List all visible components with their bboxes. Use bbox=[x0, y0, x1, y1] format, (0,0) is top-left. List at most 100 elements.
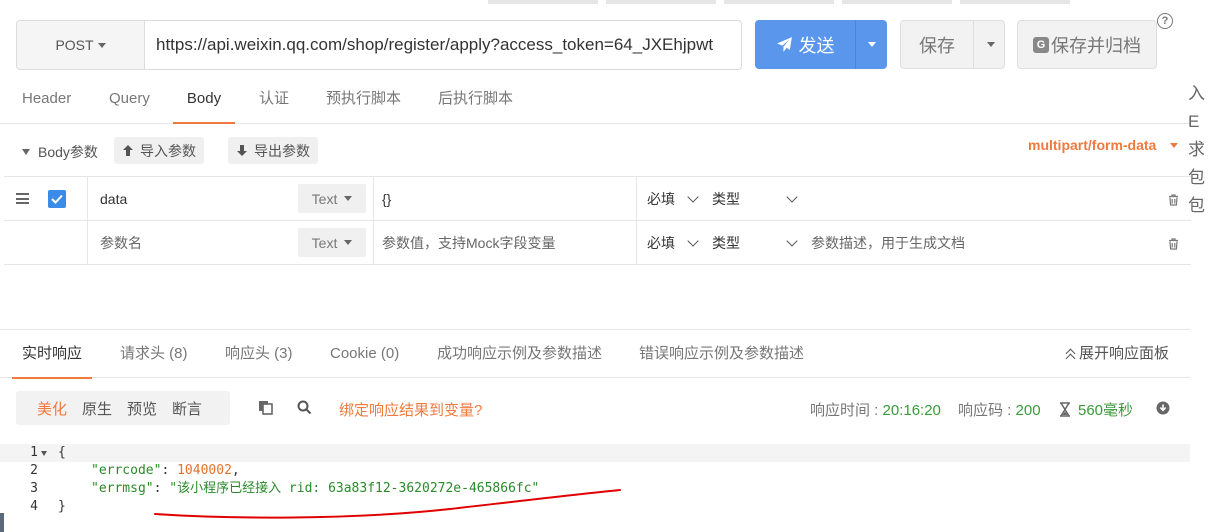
send-main[interactable]: 发送 bbox=[755, 20, 855, 69]
response-time-label: 响应时间 : bbox=[810, 402, 883, 419]
tab-header[interactable]: Header bbox=[22, 78, 71, 124]
format-assert[interactable]: 断言 bbox=[172, 398, 202, 419]
param-type-select[interactable]: Text bbox=[298, 184, 366, 213]
chevron-down-icon bbox=[97, 42, 106, 48]
right-edge-panel: 入 E 求 包 包 bbox=[1188, 80, 1205, 220]
send-button[interactable]: 发送 bbox=[755, 20, 887, 69]
param-type-select[interactable]: Text bbox=[298, 228, 366, 257]
save-label[interactable]: 保存 bbox=[901, 21, 973, 68]
chevron-down-icon bbox=[786, 190, 798, 203]
tab-live-response[interactable]: 实时响应 bbox=[12, 330, 92, 379]
menu-icon bbox=[16, 193, 29, 204]
response-time-value: 20:16:20 bbox=[882, 402, 941, 419]
divider bbox=[87, 221, 88, 264]
export-params-button[interactable]: 导出参数 bbox=[228, 137, 318, 164]
kind-select[interactable]: 类型 bbox=[712, 177, 798, 220]
tab-query[interactable]: Query bbox=[109, 78, 150, 124]
hourglass-icon bbox=[1060, 402, 1070, 417]
body-toolbar: Body参数 导入参数 导出参数 multipart/form-data bbox=[0, 124, 1190, 176]
tab-auth[interactable]: 认证 bbox=[259, 78, 289, 124]
line-number: 4 bbox=[30, 499, 38, 514]
table-row: 参数名 Text 参数值，支持Mock字段变量 必填 类型 参数描述，用于生成文… bbox=[4, 221, 1191, 265]
divider bbox=[636, 177, 637, 220]
save-button[interactable]: 保存 bbox=[900, 20, 1005, 69]
fold-arrow-icon[interactable] bbox=[41, 451, 47, 456]
export-params-label: 导出参数 bbox=[254, 142, 310, 159]
json-close-brace: } bbox=[58, 499, 66, 514]
body-params-label: Body参数 bbox=[38, 144, 98, 160]
code-line: 2 "errcode": 1040002, bbox=[0, 462, 1190, 480]
divider bbox=[373, 177, 374, 220]
chevron-down-icon bbox=[344, 196, 353, 201]
tab-response-headers[interactable]: 响应头 (3) bbox=[225, 330, 293, 379]
tab-post-script[interactable]: 后执行脚本 bbox=[438, 78, 513, 124]
json-number: 1040002 bbox=[177, 463, 232, 478]
code-line: 1 { bbox=[0, 444, 1190, 462]
tab-cookie[interactable]: Cookie (0) bbox=[330, 330, 399, 379]
arrow-down-icon bbox=[237, 145, 247, 156]
json-key: "errcode" bbox=[91, 463, 162, 478]
request-bar: POST https://api.weixin.qq.com/shop/regi… bbox=[16, 20, 742, 70]
content-type-select[interactable]: multipart/form-data bbox=[1028, 137, 1179, 153]
edge-glyph: 包 bbox=[1188, 168, 1205, 187]
param-desc-input[interactable]: 参数描述，用于生成文档 bbox=[811, 221, 965, 264]
save-archive-button[interactable]: G 保存并归档 bbox=[1017, 20, 1157, 69]
toolbar-strip bbox=[606, 0, 716, 4]
copy-icon[interactable] bbox=[258, 400, 273, 415]
divider bbox=[87, 177, 88, 220]
edge-glyph: 包 bbox=[1188, 196, 1205, 215]
drag-handle[interactable] bbox=[16, 177, 29, 220]
chevron-down-icon bbox=[786, 234, 798, 247]
tab-success-example[interactable]: 成功响应示例及参数描述 bbox=[437, 330, 602, 379]
required-select[interactable]: 必填 bbox=[647, 177, 699, 220]
request-tabs: Header Query Body 认证 预执行脚本 后执行脚本 bbox=[0, 78, 1190, 124]
method-select[interactable]: POST bbox=[17, 21, 145, 69]
format-pretty[interactable]: 美化 bbox=[37, 398, 67, 419]
trash-icon[interactable] bbox=[1168, 194, 1179, 206]
save-archive-label: 保存并归档 bbox=[1051, 35, 1141, 56]
tab-body[interactable]: Body bbox=[173, 78, 235, 124]
line-number: 3 bbox=[30, 481, 38, 496]
edge-glyph: 入 bbox=[1188, 84, 1205, 103]
tab-request-headers[interactable]: 请求头 (8) bbox=[120, 330, 188, 379]
double-chevron-up-icon bbox=[1066, 348, 1075, 360]
response-duration-value: 560毫秒 bbox=[1078, 402, 1134, 419]
toolbar-strip bbox=[724, 0, 834, 4]
kind-select[interactable]: 类型 bbox=[712, 221, 798, 264]
required-label: 必填 bbox=[647, 234, 675, 251]
send-dropdown-button[interactable] bbox=[855, 20, 887, 69]
response-code-label: 响应码 : bbox=[958, 402, 1016, 419]
kind-label: 类型 bbox=[712, 190, 740, 207]
paper-plane-icon bbox=[776, 37, 792, 52]
chevron-down-icon bbox=[344, 240, 353, 245]
url-input[interactable]: https://api.weixin.qq.com/shop/register/… bbox=[145, 21, 741, 69]
help-icon[interactable]: ? bbox=[1157, 13, 1173, 29]
trash-icon[interactable] bbox=[1168, 238, 1179, 250]
import-params-label: 导入参数 bbox=[140, 142, 196, 159]
param-name-input[interactable]: 参数名 bbox=[100, 221, 142, 264]
bind-variable-link[interactable]: 绑定响应结果到变量? bbox=[339, 399, 482, 420]
params-table: data Text {} 必填 类型 参数名 Text 参数值，支持Mock字段… bbox=[4, 176, 1191, 265]
required-select[interactable]: 必填 bbox=[647, 221, 699, 264]
caret-down-icon bbox=[22, 149, 30, 155]
body-params-toggle[interactable]: Body参数 bbox=[22, 142, 98, 162]
param-name-input[interactable]: data bbox=[100, 177, 127, 220]
format-preview[interactable]: 预览 bbox=[127, 398, 157, 419]
chevron-down-icon bbox=[867, 42, 876, 47]
tab-error-example[interactable]: 错误响应示例及参数描述 bbox=[639, 330, 804, 379]
download-icon[interactable] bbox=[1156, 401, 1170, 415]
search-icon[interactable] bbox=[297, 400, 312, 415]
row-checkbox[interactable] bbox=[48, 177, 66, 220]
param-value-input[interactable]: {} bbox=[382, 177, 391, 220]
param-value-input[interactable]: 参数值，支持Mock字段变量 bbox=[382, 221, 555, 264]
save-dropdown-button[interactable] bbox=[973, 21, 1004, 68]
param-type-label: Text bbox=[311, 234, 338, 251]
response-code: 响应码 : 200 bbox=[958, 399, 1041, 420]
import-params-button[interactable]: 导入参数 bbox=[114, 137, 204, 164]
line-number: 2 bbox=[30, 463, 38, 478]
toolbar-strip bbox=[842, 0, 952, 4]
tab-pre-script[interactable]: 预执行脚本 bbox=[326, 78, 401, 124]
expand-panel-button[interactable]: 展开响应面板 bbox=[1066, 330, 1169, 378]
required-label: 必填 bbox=[647, 190, 675, 207]
format-raw[interactable]: 原生 bbox=[82, 398, 112, 419]
